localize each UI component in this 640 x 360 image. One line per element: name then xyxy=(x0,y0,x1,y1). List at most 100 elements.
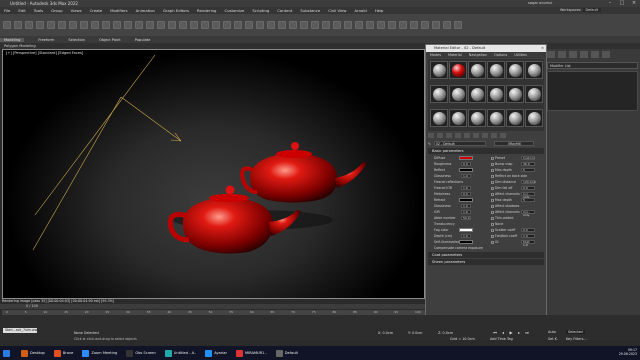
toolbar-tool-icon[interactable] xyxy=(124,21,132,29)
modify-tab-icon[interactable] xyxy=(558,51,566,58)
perspective-viewport[interactable]: [+] [Perspective] [Standard] [Edged Face… xyxy=(2,49,425,299)
material-slot[interactable] xyxy=(487,109,505,127)
material-editor-titlebar[interactable]: Material Editor - 02 - Default × xyxy=(426,45,546,52)
toolbar-tool-icon[interactable] xyxy=(377,21,385,29)
toolbar-tool-icon[interactable] xyxy=(190,21,198,29)
toolbar-tool-icon[interactable] xyxy=(421,21,429,29)
menu-animation[interactable]: Animation xyxy=(136,8,155,13)
selected-dropdown[interactable]: Selected xyxy=(566,330,585,334)
menu-group[interactable]: Group xyxy=(51,8,63,13)
show-map-icon[interactable] xyxy=(491,133,497,138)
param-right-value[interactable]: 0.0 xyxy=(521,228,535,232)
x-coordinate[interactable]: X: 0.0cm xyxy=(378,331,393,335)
add-time-tag[interactable]: Add Time Tag xyxy=(490,337,513,341)
color-swatch[interactable] xyxy=(459,168,473,172)
toolbar-tool-icon[interactable] xyxy=(432,21,440,29)
toolbar-tool-icon[interactable] xyxy=(289,21,297,29)
ribbon-tab-populate[interactable]: Populate xyxy=(135,38,151,42)
toolbar-tool-icon[interactable] xyxy=(267,21,275,29)
go-start-icon[interactable]: ⏮ xyxy=(492,330,498,335)
param-value-field[interactable]: 50.0 xyxy=(461,216,471,220)
color-swatch[interactable] xyxy=(459,156,473,160)
toolbar-tool-icon[interactable] xyxy=(58,21,66,29)
taskbar-item[interactable]: Desktop xyxy=(18,347,48,359)
toolbar-tool-icon[interactable] xyxy=(300,21,308,29)
close-icon[interactable]: × xyxy=(628,0,640,7)
play-icon[interactable]: ▶ xyxy=(508,330,514,335)
auto-key-button[interactable]: Auto xyxy=(548,330,556,334)
me-menu-modes[interactable]: Modes xyxy=(430,52,441,58)
material-slot[interactable] xyxy=(468,109,486,127)
taskbar-item[interactable]: Obs Screen xyxy=(123,347,158,359)
toolbar-tool-icon[interactable] xyxy=(256,21,264,29)
go-end-icon[interactable]: ⏭ xyxy=(524,330,530,335)
menu-views[interactable]: Views xyxy=(71,8,82,13)
menu-customize[interactable]: Customize xyxy=(224,8,244,13)
toolbar-tool-icon[interactable] xyxy=(201,21,209,29)
material-slot[interactable] xyxy=(430,85,448,103)
prev-frame-icon[interactable]: ◂ xyxy=(500,330,506,335)
reset-icon[interactable] xyxy=(446,133,452,138)
menu-civil-view[interactable]: Civil View xyxy=(328,8,346,13)
modifier-stack[interactable] xyxy=(547,71,638,111)
me-menu-navigation[interactable]: Navigation xyxy=(469,52,487,58)
toolbar-tool-icon[interactable] xyxy=(399,21,407,29)
next-frame-icon[interactable]: ▸ xyxy=(516,330,522,335)
basic-parameters-rollout[interactable]: Basic parameters xyxy=(428,148,544,154)
material-slot[interactable] xyxy=(430,109,448,127)
toolbar-tool-icon[interactable] xyxy=(355,21,363,29)
workspace-dropdown[interactable]: Default xyxy=(582,8,601,12)
toolbar-tool-icon[interactable] xyxy=(245,21,253,29)
toolbar-tool-icon[interactable] xyxy=(25,21,33,29)
create-tab-icon[interactable] xyxy=(547,51,555,58)
rollout-header[interactable]: Sheen parameters xyxy=(428,259,544,265)
material-slot[interactable] xyxy=(449,61,467,79)
menu-rendering[interactable]: Rendering xyxy=(197,8,216,13)
toolbar-tool-icon[interactable] xyxy=(454,21,462,29)
param-right-value[interactable]: 5 xyxy=(521,168,535,172)
toolbar-tool-icon[interactable] xyxy=(36,21,44,29)
color-swatch[interactable] xyxy=(459,240,473,244)
param-right-value[interactable]: 100.0cm xyxy=(521,180,536,184)
toolbar-tool-icon[interactable] xyxy=(410,21,418,29)
eyedropper-icon[interactable]: ✎ xyxy=(428,142,431,146)
material-slot[interactable] xyxy=(525,109,543,127)
toolbar-tool-icon[interactable] xyxy=(234,21,242,29)
start-button[interactable] xyxy=(0,347,15,359)
toolbar-tool-icon[interactable] xyxy=(179,21,187,29)
toolbar-tool-icon[interactable] xyxy=(135,21,143,29)
light-gizmo[interactable] xyxy=(32,54,182,251)
material-slot[interactable] xyxy=(506,85,524,103)
taskbar-item[interactable]: Default xyxy=(273,347,301,359)
material-slot[interactable] xyxy=(468,61,486,79)
color-swatch[interactable] xyxy=(459,228,473,232)
maxscript-listener[interactable]: Start...ack_7stm.ww xyxy=(3,328,37,333)
param-value-field[interactable]: 1.0 xyxy=(461,204,471,208)
toolbar-tool-icon[interactable] xyxy=(322,21,330,29)
toolbar-tool-icon[interactable] xyxy=(223,21,231,29)
param-right-value[interactable]: 0.0 xyxy=(521,186,535,190)
y-coordinate[interactable]: Y: 0.0cm xyxy=(408,331,422,335)
param-value-field[interactable]: 1.0 xyxy=(461,174,471,178)
menu-tools[interactable]: Tools xyxy=(34,8,43,13)
key-filters-button[interactable]: Key Filters... xyxy=(566,337,587,341)
param-right-value[interactable]: Custom xyxy=(521,156,535,160)
taskbar-item[interactable]: Zoom Meeting xyxy=(79,347,120,359)
taskbar-item[interactable]: Untitled - A.. xyxy=(162,347,199,359)
taskbar-item[interactable]: MIRAMUR1.. xyxy=(233,347,270,359)
menu-content[interactable]: Content xyxy=(277,8,292,13)
go-parent-icon[interactable] xyxy=(500,133,506,138)
param-right-value[interactable]: 1.0 xyxy=(521,234,535,238)
assign-material-icon[interactable] xyxy=(437,133,443,138)
maximize-icon[interactable]: □ xyxy=(616,0,628,7)
menu-graph-editors[interactable]: Graph Editors xyxy=(163,8,189,13)
ribbon-tab-modeling[interactable]: Modeling xyxy=(0,37,25,42)
unique-icon[interactable] xyxy=(464,133,470,138)
param-right-value[interactable]: Col.. only xyxy=(521,210,535,217)
ribbon-tab-selection[interactable]: Selection xyxy=(68,38,85,42)
toolbar-tool-icon[interactable] xyxy=(278,21,286,29)
toolbar-tool-icon[interactable] xyxy=(80,21,88,29)
copy-material-icon[interactable] xyxy=(455,133,461,138)
me-menu-options[interactable]: Options xyxy=(494,52,507,58)
time-slider[interactable]: 0 / 100 xyxy=(0,304,425,309)
